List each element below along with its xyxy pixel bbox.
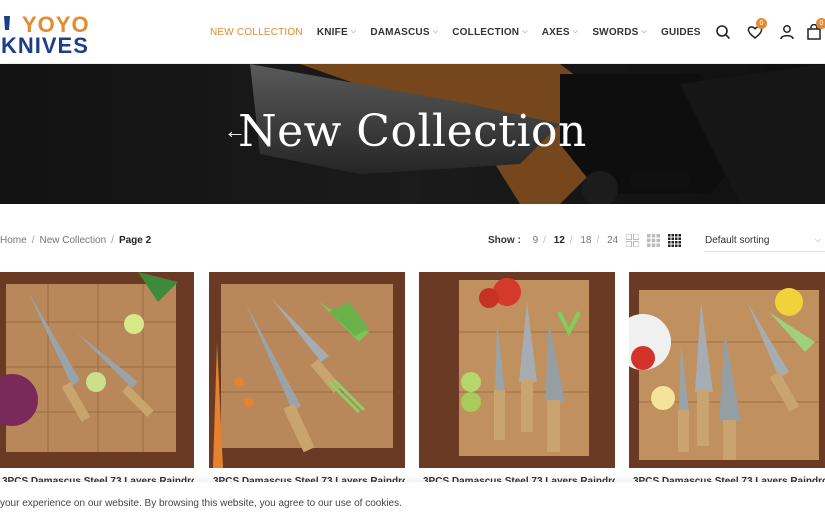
site-logo[interactable]: YOYO KNIVES: [0, 10, 140, 56]
cart-bag-icon[interactable]: 0: [803, 16, 825, 48]
sort-selected-value: Default sorting: [705, 235, 770, 246]
product-card[interactable]: 3PCS Damascus Steel 73 Layers Raindrop: [419, 272, 615, 487]
chevron-down-icon: ⌵: [522, 28, 528, 35]
product-card[interactable]: 3PCS Damascus Steel 73 Layers Raindrop: [209, 272, 405, 487]
chevron-down-icon: ⌵: [641, 28, 648, 35]
grid-2-columns-icon[interactable]: [626, 234, 639, 247]
product-card[interactable]: 3PCS Damascus Steel 73 Layers Raindrop: [0, 272, 194, 487]
nav-new-collection[interactable]: NEW COLLECTION: [210, 27, 303, 38]
header-actions: 0 0: [707, 0, 825, 64]
breadcrumb: Home / New Collection / Page 2: [0, 235, 151, 246]
page-title: New Collection: [238, 106, 587, 157]
chevron-down-icon: ⌵: [572, 28, 579, 35]
cart-count-badge: 0: [816, 18, 825, 29]
logo-knives: KNIVES: [1, 33, 89, 56]
wishlist-count-badge: 0: [756, 18, 767, 29]
product-image[interactable]: [419, 272, 615, 468]
per-page-label: Show :: [488, 235, 521, 246]
nav-knife[interactable]: KNIFE ⌵: [317, 27, 357, 38]
product-card[interactable]: 3PCS Damascus Steel 73 Layers Raindrop: [615, 272, 825, 487]
main-nav: NEW COLLECTION KNIFE ⌵ DAMASCUS ⌵ COLLECTI…: [210, 0, 715, 64]
site-header: YOYO KNIVES NEW COLLECTION KNIFE ⌵ DAMASC…: [0, 0, 825, 64]
sort-select[interactable]: Default sorting ⌵: [704, 230, 825, 252]
breadcrumb-home[interactable]: Home: [0, 235, 27, 246]
grid-4-columns-icon[interactable]: [668, 234, 681, 247]
product-grid: 3PCS Damascus Steel 73 Layers Raindrop 3…: [0, 272, 825, 487]
per-page-9[interactable]: 9: [533, 235, 539, 246]
product-image[interactable]: [615, 272, 825, 468]
cookie-notice-text: your experience on our website. By brows…: [0, 498, 402, 509]
chevron-down-icon: ⌵: [814, 235, 821, 244]
cookie-notice-bar: your experience on our website. By brows…: [0, 482, 825, 525]
breadcrumb-separator: /: [111, 235, 114, 246]
shop-toolbar: Home / New Collection / Page 2 Show : 9/ 12/…: [0, 228, 825, 254]
product-image[interactable]: [0, 272, 194, 468]
chevron-down-icon: ⌵: [350, 28, 357, 35]
per-page-24[interactable]: 24: [607, 235, 618, 246]
grid-3-columns-icon[interactable]: [647, 234, 660, 247]
nav-collection[interactable]: COLLECTION ⌵: [452, 27, 528, 38]
breadcrumb-separator: /: [31, 235, 35, 246]
breadcrumb-new-collection[interactable]: New Collection: [39, 235, 106, 246]
nav-damascus[interactable]: DAMASCUS ⌵: [370, 27, 438, 38]
page-hero-banner: ← New Collection: [0, 64, 825, 204]
per-page-selector: Show : 9/ 12/ 18/ 24: [488, 235, 619, 246]
search-icon[interactable]: [707, 16, 739, 48]
wishlist-heart-icon[interactable]: 0: [739, 16, 771, 48]
product-image[interactable]: [209, 272, 405, 468]
nav-guides[interactable]: GUIDES: [661, 27, 701, 38]
per-page-12[interactable]: 12: [554, 235, 565, 246]
chevron-down-icon: ⌵: [432, 28, 439, 35]
per-page-18[interactable]: 18: [580, 235, 591, 246]
nav-axes[interactable]: AXES ⌵: [542, 27, 579, 38]
nav-swords[interactable]: SWORDS ⌵: [592, 27, 647, 38]
breadcrumb-current: Page 2: [118, 235, 152, 246]
account-user-icon[interactable]: [771, 16, 803, 48]
grid-view-switcher: [626, 234, 689, 247]
